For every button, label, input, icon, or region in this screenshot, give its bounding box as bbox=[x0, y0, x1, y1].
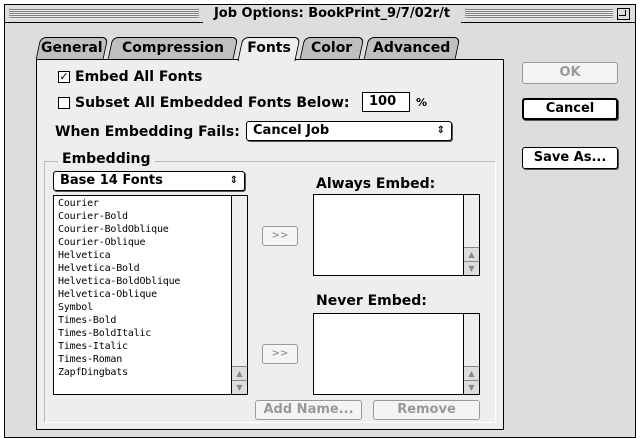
add-to-never-embed-button[interactable]: >> bbox=[262, 344, 298, 364]
subset-fonts-label: Subset All Embedded Fonts Below: bbox=[75, 95, 350, 111]
font-list-item[interactable]: ZapfDingbats bbox=[54, 366, 230, 379]
scroll-down-icon[interactable]: ▼ bbox=[232, 380, 247, 394]
never-embed-scrollbar[interactable]: ▲ ▼ bbox=[463, 314, 479, 394]
font-list-item[interactable]: Helvetica bbox=[54, 249, 230, 262]
font-list-item[interactable]: Times-Roman bbox=[54, 353, 230, 366]
never-embed-label: Never Embed: bbox=[316, 293, 427, 309]
when-embedding-fails-popup[interactable]: Cancel Job ⇕ bbox=[246, 121, 452, 141]
remove-button[interactable]: Remove bbox=[373, 400, 480, 420]
popup-arrows-icon: ⇕ bbox=[436, 125, 445, 136]
font-list-item[interactable]: Times-Bold bbox=[54, 314, 230, 327]
font-list-items: Courier Courier-Bold Courier-BoldOblique Co… bbox=[54, 197, 230, 379]
always-embed-list[interactable]: ▲ ▼ bbox=[313, 194, 480, 276]
font-list-item[interactable]: Symbol bbox=[54, 301, 230, 314]
scroll-up-icon[interactable]: ▲ bbox=[232, 366, 247, 380]
font-list-item[interactable]: Helvetica-BoldOblique bbox=[54, 275, 230, 288]
embed-all-fonts-checkbox[interactable]: ✓ bbox=[58, 71, 70, 83]
font-list-item[interactable]: Courier bbox=[54, 197, 230, 210]
font-list-item[interactable]: Courier-Oblique bbox=[54, 236, 230, 249]
when-embedding-fails-label: When Embedding Fails: bbox=[55, 124, 240, 140]
scroll-down-icon[interactable]: ▼ bbox=[464, 380, 479, 394]
subset-fonts-checkbox[interactable] bbox=[58, 97, 70, 109]
font-list-item[interactable]: Times-BoldItalic bbox=[54, 327, 230, 340]
font-list-item[interactable]: Helvetica-Bold bbox=[54, 262, 230, 275]
scroll-down-icon[interactable]: ▼ bbox=[464, 261, 479, 275]
embed-all-fonts-label: Embed All Fonts bbox=[75, 69, 203, 85]
scroll-up-icon[interactable]: ▲ bbox=[464, 366, 479, 380]
font-list-item[interactable]: Times-Italic bbox=[54, 340, 230, 353]
font-list-scrollbar[interactable]: ▲ ▼ bbox=[231, 196, 247, 394]
scroll-up-icon[interactable]: ▲ bbox=[464, 247, 479, 261]
font-list[interactable]: Courier Courier-Bold Courier-BoldOblique Co… bbox=[53, 195, 248, 395]
never-embed-list[interactable]: ▲ ▼ bbox=[313, 313, 480, 395]
embedding-group-title: Embedding bbox=[58, 151, 155, 167]
always-embed-label: Always Embed: bbox=[316, 176, 436, 192]
font-source-value: Base 14 Fonts bbox=[60, 173, 163, 188]
popup-arrows-icon: ⇕ bbox=[229, 175, 238, 186]
add-name-button[interactable]: Add Name... bbox=[255, 400, 362, 420]
percent-unit: % bbox=[416, 96, 428, 109]
add-to-always-embed-button[interactable]: >> bbox=[262, 226, 298, 246]
subset-threshold-input[interactable]: 100 bbox=[362, 92, 410, 112]
font-source-popup[interactable]: Base 14 Fonts ⇕ bbox=[53, 171, 245, 191]
font-list-item[interactable]: Courier-BoldOblique bbox=[54, 223, 230, 236]
font-list-item[interactable]: Courier-Bold bbox=[54, 210, 230, 223]
when-embedding-fails-value: Cancel Job bbox=[253, 123, 330, 138]
always-embed-scrollbar[interactable]: ▲ ▼ bbox=[463, 195, 479, 275]
font-list-item[interactable]: Helvetica-Oblique bbox=[54, 288, 230, 301]
